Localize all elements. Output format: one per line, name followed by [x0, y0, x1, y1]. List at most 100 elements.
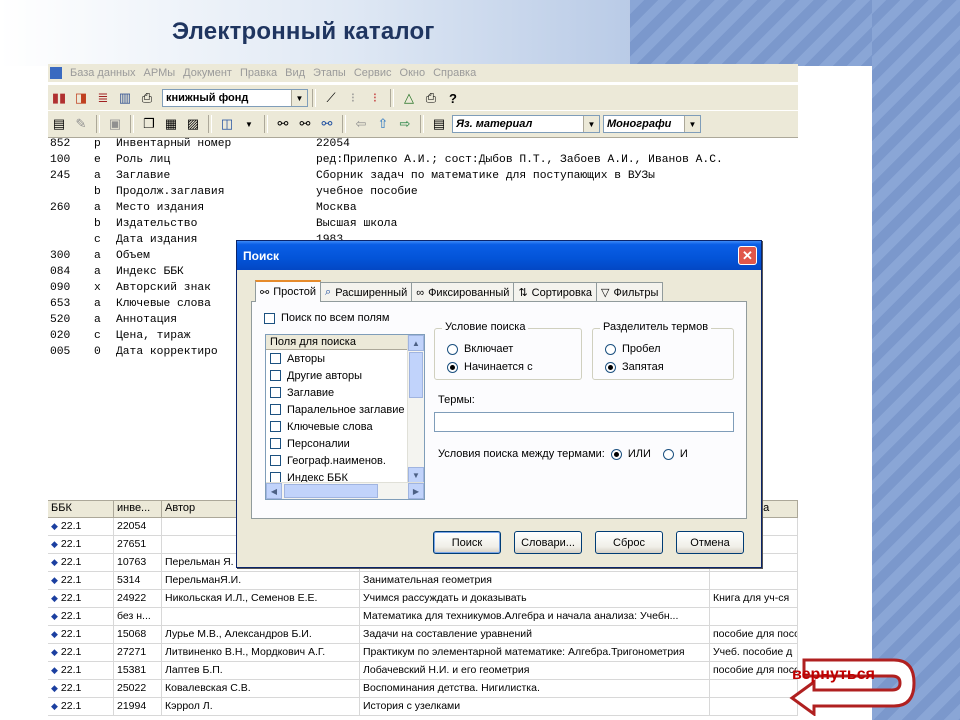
dialog-title-bar[interactable]: Поиск ✕	[237, 241, 761, 270]
table-row[interactable]: ◆ 22.1 21994 Кэррол Л. История с узелками	[48, 698, 798, 716]
record-row[interactable]: 245 a Заглавие Сборник задач по математике …	[48, 168, 798, 184]
scroll-up-icon[interactable]: ▲	[408, 335, 424, 351]
record-row[interactable]: 260 a Место издания Москва	[48, 200, 798, 216]
list-item[interactable]: Географ.наименов.	[266, 452, 412, 469]
menu-view[interactable]: Вид	[281, 67, 309, 79]
chevron-down-icon[interactable]: ▼	[583, 116, 599, 132]
menu-window[interactable]: Окно	[396, 67, 430, 79]
condition-includes[interactable]: Включает	[447, 343, 513, 355]
field-checkbox[interactable]	[270, 455, 281, 466]
save-icon[interactable]: ▣	[105, 114, 125, 134]
traffic-light-active-icon[interactable]: ⁝	[365, 88, 385, 108]
field-checkbox[interactable]	[270, 404, 281, 415]
separator-comma[interactable]: Запятая	[605, 361, 664, 373]
table-row[interactable]: ◆ 22.1 15381 Лаптев Б.П. Лобачевский Н.И. и …	[48, 662, 798, 680]
field-checkbox[interactable]	[270, 421, 281, 432]
table-row[interactable]: ◆ 22.1 25022 Ковалевская С.В. Воспоминания д…	[48, 680, 798, 698]
radio-or[interactable]	[610, 448, 622, 460]
record-row[interactable]: 100 e Роль лиц ред:Прилепко А.И.; сост:Дыбо…	[48, 152, 798, 168]
radio-space[interactable]	[605, 343, 616, 355]
menu-edit[interactable]: Правка	[236, 67, 281, 79]
list-icon[interactable]: ▤	[429, 114, 449, 134]
list-item[interactable]: Паралельное заглавие	[266, 401, 412, 418]
radio-comma[interactable]	[605, 361, 616, 373]
record-row[interactable]: 852 p Инвентарный номер 22054	[48, 136, 798, 152]
book-open-icon[interactable]: ◨	[71, 88, 91, 108]
arrow-left-icon[interactable]: ⇦	[351, 114, 371, 134]
col-inventory[interactable]: инве...	[114, 501, 162, 517]
fund-combo[interactable]: книжный фонд ▼	[162, 89, 308, 107]
menu-database[interactable]: База данных	[66, 67, 140, 79]
book-stack-icon[interactable]: ≣	[93, 88, 113, 108]
list-item[interactable]: Заглавие	[266, 384, 412, 401]
traffic-light-icon[interactable]: ⁝	[343, 88, 363, 108]
fields-listbox[interactable]: Поля для поиска Авторы Другие авторы Загла…	[265, 334, 425, 500]
scroll-right-icon[interactable]: ▶	[408, 483, 424, 499]
separator-space[interactable]: Пробел	[605, 343, 661, 355]
menu-stages[interactable]: Этапы	[309, 67, 350, 79]
logic-and-label[interactable]: И	[680, 448, 688, 460]
arrow-up-icon[interactable]: ⇧	[373, 114, 393, 134]
tab-simple[interactable]: ⚯ Простой	[255, 280, 322, 302]
table-row[interactable]: ◆ 22.1 27271 Литвиненко В.Н., Мордкович А.Г…	[48, 644, 798, 662]
record-row[interactable]: b Издательство Высшая школа	[48, 216, 798, 232]
close-button[interactable]: ✕	[738, 246, 757, 265]
binoculars-search-icon[interactable]: ⚯	[295, 114, 315, 134]
radio-starts-with[interactable]	[447, 361, 458, 373]
all-fields-checkbox[interactable]	[264, 312, 275, 324]
return-button[interactable]: вернуться	[786, 650, 922, 717]
logic-or-label[interactable]: ИЛИ	[628, 448, 651, 460]
tab-fixed[interactable]: ∞ Фиксированный	[411, 282, 515, 302]
radio-includes[interactable]	[447, 343, 458, 355]
field-checkbox[interactable]	[270, 353, 281, 364]
menu-help[interactable]: Справка	[429, 67, 480, 79]
table-row[interactable]: ◆ 22.1 15068 Лурье М.В., Александров Б.И. За…	[48, 626, 798, 644]
material-combo[interactable]: Яз. материал ▼	[452, 115, 600, 133]
print-icon[interactable]: ⎙	[421, 88, 441, 108]
copy-icon[interactable]: ❐	[139, 114, 159, 134]
field-checkbox[interactable]	[270, 438, 281, 449]
binoculars-all-icon[interactable]: ⚯	[317, 114, 337, 134]
terms-input[interactable]	[434, 412, 734, 432]
new-record-icon[interactable]: ▤	[49, 114, 69, 134]
app-system-icon[interactable]	[50, 67, 62, 79]
books-icon[interactable]: ▮▮	[49, 88, 69, 108]
menu-document[interactable]: Документ	[179, 67, 236, 79]
help-icon[interactable]: ?	[443, 88, 463, 108]
list-item[interactable]: Авторы	[266, 350, 412, 367]
scroll-thumb-horizontal[interactable]	[284, 484, 378, 498]
table-row[interactable]: ◆ 22.1 5314 ПерельманЯ.И. Занимательная геом…	[48, 572, 798, 590]
search-button[interactable]: Поиск	[433, 531, 501, 554]
binoculars-icon[interactable]: ⚯	[273, 114, 293, 134]
list-item[interactable]: Ключевые слова	[266, 418, 412, 435]
list-item[interactable]: Персоналии	[266, 435, 412, 452]
edit-record-icon[interactable]: ✎	[71, 114, 91, 134]
chevron-down-icon[interactable]: ▼	[291, 90, 307, 106]
col-bbk[interactable]: ББК	[48, 501, 114, 517]
magic-wand-icon[interactable]: ⟋	[321, 88, 341, 108]
type-combo[interactable]: Монографи ▼	[603, 115, 701, 133]
dictionaries-button[interactable]: Словари...	[514, 531, 582, 554]
vertical-scrollbar[interactable]: ▲ ▼	[407, 335, 424, 483]
chart-books-icon[interactable]: ▥	[115, 88, 135, 108]
formula-icon[interactable]: △	[399, 88, 419, 108]
all-fields-option[interactable]: Поиск по всем полям	[264, 312, 389, 324]
book-icon[interactable]: ◫	[217, 114, 237, 134]
menu-service[interactable]: Сервис	[350, 67, 396, 79]
condition-starts-with[interactable]: Начинается с	[447, 361, 533, 373]
field-checkbox[interactable]	[270, 370, 281, 381]
chevron-down-icon[interactable]: ▼	[684, 116, 700, 132]
record-row[interactable]: b Продолж.заглавия учебное пособие	[48, 184, 798, 200]
scroll-thumb[interactable]	[409, 352, 423, 398]
table-row[interactable]: ◆ 22.1 без н... Математика для техникумов.А…	[48, 608, 798, 626]
reset-button[interactable]: Сброс	[595, 531, 663, 554]
scroll-down-icon[interactable]: ▼	[408, 467, 424, 483]
scroll-left-icon[interactable]: ◀	[266, 483, 282, 499]
cancel-button[interactable]: Отмена	[676, 531, 744, 554]
tab-sort[interactable]: ⇅ Сортировка	[513, 282, 598, 302]
horizontal-scrollbar[interactable]: ◀ ▶	[266, 482, 424, 499]
field-checkbox[interactable]	[270, 387, 281, 398]
paste-icon[interactable]: ▦	[161, 114, 181, 134]
tab-extended[interactable]: ⌕ Расширенный	[320, 282, 413, 302]
tab-filters[interactable]: ▽ Фильтры	[596, 282, 664, 302]
